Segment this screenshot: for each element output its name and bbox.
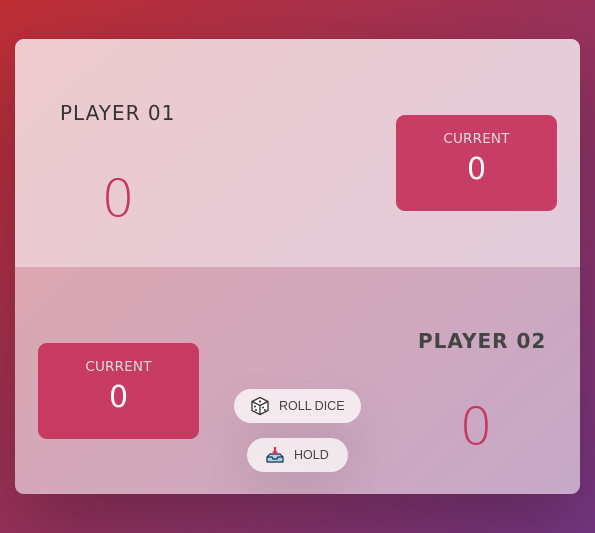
player-2-current-box: CURRENT 0: [38, 343, 199, 439]
player-2-current-score: 0: [108, 380, 129, 415]
player-2-score: 0: [459, 397, 493, 457]
hold-button[interactable]: HOLD: [247, 438, 348, 472]
player-1-name: PLAYER 01: [60, 101, 176, 125]
player-1-panel: PLAYER 01 0 CURRENT 0: [15, 39, 580, 267]
player-1-current-score: 0: [466, 152, 487, 187]
dice-icon: [250, 396, 270, 416]
player-1-current-box: CURRENT 0: [396, 115, 557, 211]
player-1-current-label: CURRENT: [443, 131, 510, 147]
roll-dice-button[interactable]: ROLL DICE: [234, 389, 361, 423]
player-1-score: 0: [101, 169, 135, 229]
player-2-name: PLAYER 02: [418, 329, 547, 353]
hold-label: HOLD: [294, 448, 329, 462]
roll-dice-label: ROLL DICE: [279, 399, 345, 413]
game-board: PLAYER 01 0 CURRENT 0 PLAYER 02 0 CURREN…: [15, 39, 580, 494]
inbox-tray-icon: [265, 445, 285, 465]
player-2-current-label: CURRENT: [85, 359, 152, 375]
